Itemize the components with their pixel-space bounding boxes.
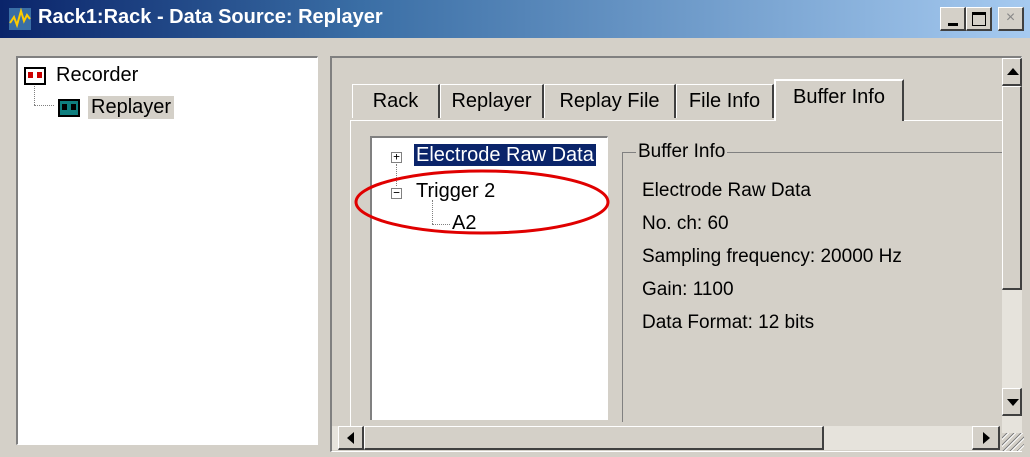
- info-data-format: Data Format: 12 bits: [642, 312, 815, 333]
- main-window: Rack1:Rack - Data Source: Replayer × Rec…: [0, 0, 1030, 457]
- horizontal-scroll-thumb[interactable]: [364, 426, 824, 450]
- tab-replayer[interactable]: Replayer: [440, 84, 544, 118]
- scroll-down-button[interactable]: [1002, 388, 1022, 416]
- replayer-device-icon: [58, 98, 80, 117]
- horizontal-scrollbar[interactable]: [332, 426, 1000, 450]
- tree-item-replayer[interactable]: Replayer: [58, 96, 175, 119]
- buffer-tree-item-label: Electrode Raw Data: [414, 144, 596, 166]
- resize-grip-icon[interactable]: [1002, 433, 1024, 451]
- tab-rack[interactable]: Rack: [352, 84, 440, 118]
- up-arrow-icon: [1007, 68, 1019, 75]
- buffer-tree-item-electrode-raw-data[interactable]: Electrode Raw Data: [414, 144, 596, 167]
- info-buffer-name: Electrode Raw Data: [642, 180, 811, 201]
- close-button[interactable]: ×: [998, 7, 1024, 31]
- window-title: Rack1:Rack - Data Source: Replayer: [38, 6, 383, 28]
- vertical-scroll-thumb[interactable]: [1002, 86, 1022, 290]
- vertical-scrollbar[interactable]: [1002, 58, 1022, 433]
- app-icon: [9, 7, 31, 30]
- buffer-info-title: Buffer Info: [636, 141, 728, 163]
- tab-buffer-info[interactable]: Buffer Info: [774, 79, 904, 121]
- maximize-button[interactable]: [966, 7, 992, 31]
- tree-item-label: Recorder: [56, 64, 139, 86]
- recorder-device-icon: [24, 66, 46, 85]
- tab-file-info[interactable]: File Info: [676, 84, 774, 118]
- annotation-ellipse: [354, 169, 610, 235]
- tree-item-label: Replayer: [88, 96, 175, 119]
- down-arrow-icon: [1007, 399, 1019, 406]
- info-gain: Gain: 1100: [642, 279, 734, 300]
- tab-replay-file[interactable]: Replay File: [544, 84, 676, 118]
- tree-connector: [34, 105, 54, 106]
- left-arrow-icon: [347, 432, 354, 444]
- right-arrow-icon: [983, 432, 990, 444]
- tree-item-recorder[interactable]: Recorder: [24, 64, 138, 87]
- scroll-right-button[interactable]: [972, 426, 1000, 450]
- scroll-left-button[interactable]: [338, 426, 364, 450]
- title-bar[interactable]: Rack1:Rack - Data Source: Replayer ×: [0, 0, 1030, 38]
- info-sampling-frequency: Sampling frequency: 20000 Hz: [642, 246, 902, 267]
- info-channel-count: No. ch: 60: [642, 213, 729, 234]
- minimize-button[interactable]: [940, 7, 966, 31]
- expand-icon[interactable]: +: [391, 151, 402, 163]
- scroll-up-button[interactable]: [1002, 58, 1022, 86]
